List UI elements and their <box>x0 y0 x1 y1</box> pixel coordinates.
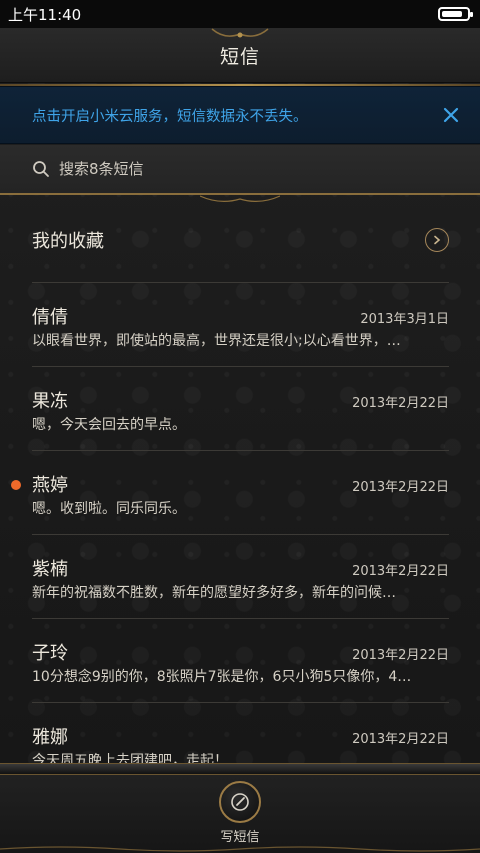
thread-contact-name: 倩倩 <box>32 307 68 328</box>
thread-row[interactable]: 雅娜 2013年2月22日 今天周五晚上去团建吧，走起！ <box>32 703 449 763</box>
chevron-right-icon[interactable] <box>425 228 449 252</box>
compose-button[interactable] <box>219 781 261 823</box>
thread-preview: 以眼看世界，即使站的最高，世界还是很小;以心看世界，… <box>32 333 401 349</box>
thread-contact-name: 燕婷 <box>32 475 68 496</box>
unread-dot-icon <box>11 480 21 490</box>
bottom-ornament-border <box>0 763 480 775</box>
search-icon <box>33 161 49 177</box>
search-input[interactable] <box>59 160 439 178</box>
thread-date: 2013年2月22日 <box>352 732 449 747</box>
message-list: 我的收藏 倩倩 2013年3月1日 以眼看世界，即使站的最高，世界还是很小;以心… <box>0 198 480 763</box>
thread-row[interactable]: 紫楠 2013年2月22日 新年的祝福数不胜数，新年的愿望好多好多，新年的问候… <box>32 535 449 619</box>
thread-row[interactable]: 子玲 2013年2月22日 10分想念9别的你，8张照片7张是你，6只小狗5只像… <box>32 619 449 703</box>
compose-label[interactable]: 写短信 <box>0 826 480 845</box>
thread-preview: 新年的祝福数不胜数，新年的愿望好多好多，新年的问候… <box>32 585 396 601</box>
ornament-icon <box>0 846 480 852</box>
thread-preview: 嗯。收到啦。同乐同乐。 <box>32 501 186 517</box>
thread-preview: 今天周五晚上去团建吧，走起！ <box>32 753 228 763</box>
thread-preview: 10分想念9别的你，8张照片7张是你，6只小狗5只像你，4… <box>32 669 412 685</box>
thread-preview: 嗯，今天会回去的早点。 <box>32 417 186 433</box>
close-icon[interactable] <box>443 107 459 123</box>
banner-close-button[interactable] <box>440 104 462 126</box>
ornament-icon <box>211 28 269 38</box>
thread-contact-name: 紫楠 <box>32 559 68 580</box>
thread-row[interactable]: 果冻 2013年2月22日 嗯，今天会回去的早点。 <box>32 367 449 451</box>
thread-date: 2013年2月22日 <box>352 396 449 411</box>
thread-row[interactable]: 燕婷 2013年2月22日 嗯。收到啦。同乐同乐。 <box>11 451 449 535</box>
battery-icon <box>438 7 473 21</box>
search-bar[interactable] <box>0 145 480 195</box>
title-bar: 短信 <box>0 28 480 83</box>
page-title: 短信 <box>219 45 260 68</box>
cloud-service-banner[interactable]: 点击开启小米云服务，短信数据永不丢失。 <box>0 86 480 144</box>
thread-contact-name: 雅娜 <box>32 727 68 748</box>
status-bar: 上午11:40 <box>0 0 480 28</box>
banner-text[interactable]: 点击开启小米云服务，短信数据永不丢失。 <box>32 105 308 126</box>
thread-date: 2013年2月22日 <box>352 480 449 495</box>
compose-icon[interactable] <box>229 791 251 813</box>
bottom-bar: 写短信 <box>0 763 480 853</box>
thread-date: 2013年3月1日 <box>360 312 449 327</box>
thread-contact-name: 子玲 <box>32 643 68 664</box>
status-time: 上午11:40 <box>8 5 82 24</box>
thread-row[interactable]: 倩倩 2013年3月1日 以眼看世界，即使站的最高，世界还是很小;以心看世界，… <box>32 283 449 367</box>
favorites-row[interactable]: 我的收藏 <box>32 198 449 282</box>
battery-fill <box>442 11 463 17</box>
thread-date: 2013年2月22日 <box>352 648 449 663</box>
favorites-label: 我的收藏 <box>32 231 104 252</box>
thread-date: 2013年2月22日 <box>352 564 449 579</box>
thread-contact-name: 果冻 <box>32 391 68 412</box>
